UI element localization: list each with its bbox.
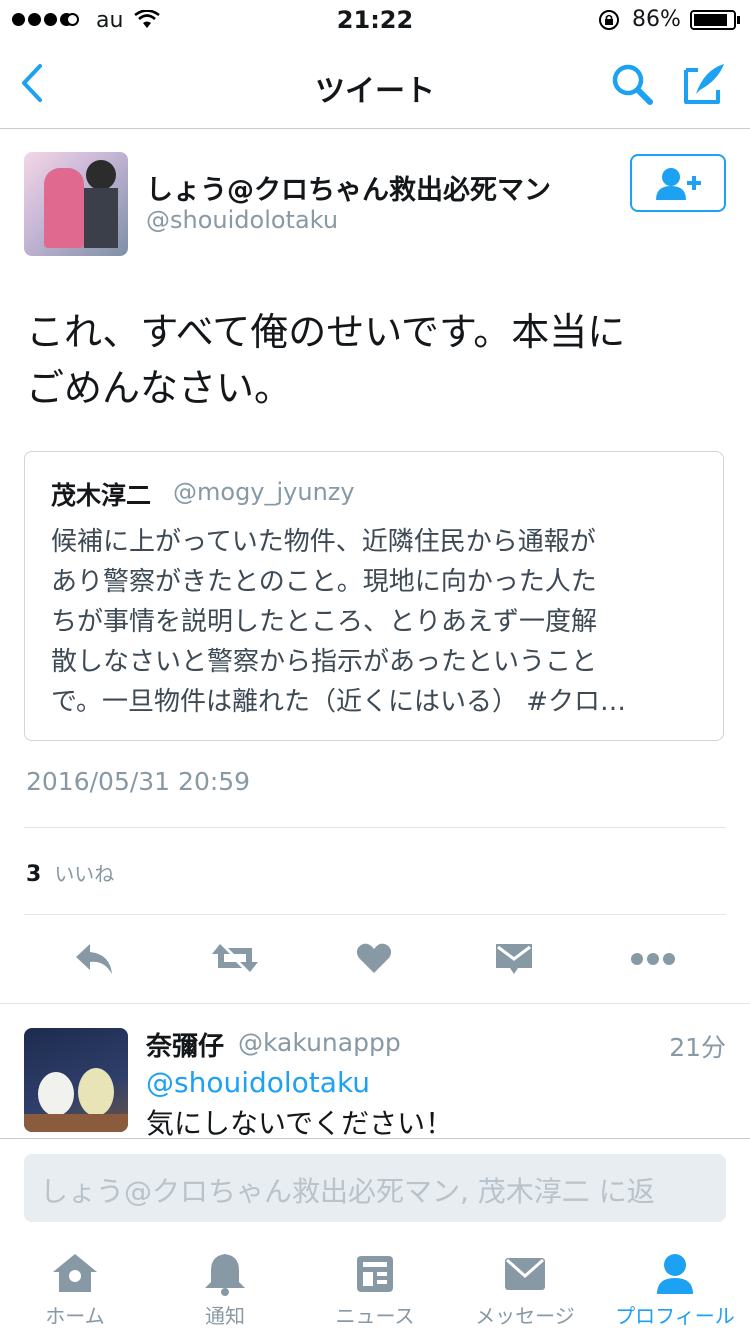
author-name[interactable]: しょう@クロちゃん救出必死マン: [146, 168, 551, 207]
person-icon: [657, 1254, 693, 1294]
tweet-text-line: これ、すべて俺のせいです。本当に: [26, 310, 626, 354]
reply-avatar[interactable]: [24, 1028, 128, 1132]
compose-bar: しょう@クロちゃん救出必死マン, 茂木淳二 に返: [0, 1138, 750, 1241]
tab-news[interactable]: ニュース: [300, 1240, 450, 1334]
author-avatar[interactable]: [24, 152, 128, 256]
reply-time: 21分: [669, 1033, 726, 1062]
tab-label: ホーム: [45, 1304, 105, 1328]
quoted-author-handle: @mogy_jyunzy: [173, 478, 355, 506]
likes-label: いいね: [54, 862, 115, 886]
compose-icon[interactable]: [682, 60, 728, 106]
reply-mention[interactable]: @shouidolotaku: [146, 1066, 370, 1099]
news-icon: [357, 1256, 393, 1292]
reply-author-handle[interactable]: @kakunappp: [238, 1028, 401, 1057]
tweet-timestamp: 2016/05/31 20:59: [26, 767, 251, 796]
retweet-icon[interactable]: [210, 940, 260, 976]
tab-home[interactable]: ホーム: [0, 1240, 150, 1334]
quoted-line: あり警察がきたとのこと。現地に向かった人た: [51, 567, 597, 597]
quoted-line: で。一旦物件は離れた（近くにはいる） #クロ…: [51, 687, 627, 717]
nav-bar: ツイート: [0, 40, 750, 129]
quoted-line: ちが事情を説明したところ、とりあえず一度解: [51, 607, 598, 637]
tab-messages[interactable]: メッセージ: [450, 1240, 600, 1334]
tab-label: プロフィール: [615, 1304, 735, 1328]
direct-message-icon[interactable]: [494, 942, 534, 976]
more-icon[interactable]: [630, 952, 676, 966]
battery-icon: [690, 10, 736, 30]
tab-notifications[interactable]: 通知: [150, 1240, 300, 1334]
battery-percent: 86%: [632, 7, 681, 32]
likes-count: 3: [26, 862, 42, 887]
envelope-icon: [505, 1258, 545, 1290]
quoted-tweet[interactable]: 茂木淳二 @mogy_jyunzy 候補に上がっていた物件、近隣住民から通報が …: [24, 451, 724, 741]
tab-profile[interactable]: プロフィール: [600, 1240, 750, 1334]
reply-icon[interactable]: [74, 942, 116, 976]
reply-text: 気にしないでください！: [146, 1107, 454, 1136]
follow-button[interactable]: [630, 154, 726, 212]
bell-icon: [205, 1254, 245, 1296]
search-icon[interactable]: [610, 62, 654, 106]
status-bar: au 21:22 86%: [0, 0, 750, 40]
tab-label: メッセージ: [475, 1304, 575, 1328]
tab-bar: ホーム 通知 ニュース メッセージ プロフィール: [0, 1240, 750, 1334]
reply-author-name[interactable]: 奈彌仔: [146, 1026, 224, 1063]
home-icon: [53, 1254, 97, 1292]
divider: [24, 914, 726, 915]
add-user-icon: [656, 168, 701, 200]
tweet-text-line: ごめんなさい。: [26, 366, 293, 410]
quoted-line: 候補に上がっていた物件、近隣住民から通報が: [51, 527, 596, 557]
reply-input-placeholder: しょう@クロちゃん救出必死マン, 茂木淳二 に返: [40, 1175, 655, 1208]
quoted-line: 散しなさいと警察から指示があったということ: [51, 647, 598, 677]
tweet-text: これ、すべて俺のせいです。本当に ごめんなさい。: [26, 304, 625, 416]
divider: [0, 1003, 750, 1004]
reply-input[interactable]: しょう@クロちゃん救出必死マン, 茂木淳二 に返: [24, 1154, 726, 1222]
heart-icon[interactable]: [356, 942, 392, 974]
likes-row[interactable]: 3 いいね: [26, 858, 114, 887]
quoted-author-name: 茂木淳二: [51, 481, 152, 510]
author-handle[interactable]: @shouidolotaku: [146, 206, 338, 234]
rotation-lock-icon: [599, 10, 619, 30]
tab-label: 通知: [205, 1304, 245, 1328]
quoted-tweet-text: 候補に上がっていた物件、近隣住民から通報が あり警察がきたとのこと。現地に向かっ…: [51, 522, 701, 722]
tab-label: ニュース: [335, 1304, 415, 1328]
divider: [24, 827, 726, 828]
